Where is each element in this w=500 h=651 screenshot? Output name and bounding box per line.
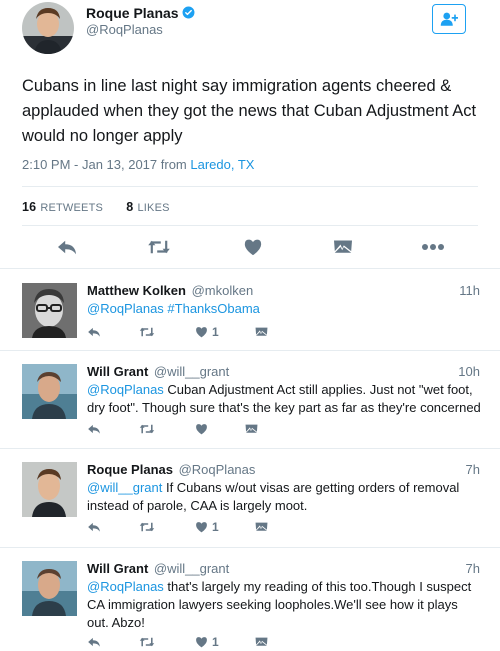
reply-icon: [88, 522, 100, 532]
reply-avatar[interactable]: [22, 561, 77, 616]
author-name[interactable]: Roque Planas: [86, 5, 195, 21]
like-button[interactable]: 1: [195, 323, 219, 341]
mention-link[interactable]: @RoqPlanas: [87, 579, 164, 594]
tweet-stats: 16 RETWEETS 8 LIKES: [22, 200, 190, 214]
like-count: 1: [212, 325, 219, 339]
reply-action-bar: 1: [87, 518, 287, 536]
tweet-timestamp: 2:10 PM - Jan 13, 2017 from Laredo, TX: [22, 157, 255, 172]
tweet-text: Cubans in line last night say immigratio…: [22, 77, 477, 145]
reply-action-bar: [87, 420, 287, 438]
reply-tweet[interactable]: Will Grant @will__grant 10h @RoqPlanas C…: [0, 364, 500, 444]
retweet-button[interactable]: [139, 323, 155, 341]
reply-tweet[interactable]: Matthew Kolken @mkolken 11h @RoqPlanas #…: [0, 283, 500, 343]
retweet-button[interactable]: [139, 633, 155, 651]
direct-message-icon: [245, 424, 258, 433]
reply-button[interactable]: [87, 420, 101, 438]
retweet-icon: [139, 327, 155, 337]
direct-message-icon: [255, 637, 268, 646]
heart-icon: [196, 637, 207, 648]
heart-icon: [196, 327, 207, 338]
verified-badge-icon: [182, 6, 195, 19]
direct-message-icon: [334, 240, 352, 253]
reply-avatar[interactable]: [22, 283, 77, 338]
more-button[interactable]: [418, 234, 448, 260]
reply-text: @will__grant If Cubans w/out visas are g…: [87, 480, 460, 513]
retweet-icon: [139, 637, 155, 647]
retweet-button[interactable]: [146, 234, 172, 260]
reply-button[interactable]: [54, 234, 80, 260]
reply-author[interactable]: Roque Planas @RoqPlanas: [87, 462, 255, 477]
reply-button[interactable]: [87, 633, 101, 651]
mention-link[interactable]: @RoqPlanas: [87, 382, 164, 397]
like-button[interactable]: [195, 420, 212, 438]
heart-icon: [244, 239, 262, 256]
divider: [22, 186, 478, 187]
direct-message-button[interactable]: [255, 323, 268, 341]
reply-author[interactable]: Matthew Kolken @mkolken: [87, 283, 253, 298]
reply-text: @RoqPlanas that's largely my reading of …: [87, 579, 472, 630]
direct-message-button[interactable]: [255, 633, 268, 651]
reply-text: @RoqPlanas #ThanksObama: [87, 300, 482, 318]
reply-icon: [88, 424, 100, 434]
reply-icon: [58, 240, 76, 255]
location-link[interactable]: Laredo, TX: [190, 157, 254, 172]
retweets-stat[interactable]: 16 RETWEETS: [22, 200, 103, 214]
heart-icon: [196, 522, 207, 533]
reply-tweet[interactable]: Will Grant @will__grant 7h @RoqPlanas th…: [0, 561, 500, 651]
tweet-action-bar: [0, 234, 500, 262]
reply-time[interactable]: 7h: [466, 561, 480, 576]
reply-button[interactable]: [87, 323, 101, 341]
reply-tweet[interactable]: Roque Planas @RoqPlanas 7h @will__grant …: [0, 462, 500, 537]
main-tweet: Roque Planas @RoqPlanas Cubans in line l…: [0, 0, 500, 270]
heart-icon: [196, 424, 207, 435]
reply-author[interactable]: Will Grant @will__grant: [87, 364, 229, 379]
author-handle[interactable]: @RoqPlanas: [86, 22, 163, 37]
divider: [22, 225, 478, 226]
direct-message-button[interactable]: [330, 234, 356, 260]
more-icon: [422, 244, 444, 250]
retweet-icon: [139, 522, 155, 532]
direct-message-icon: [255, 327, 268, 336]
likes-stat[interactable]: 8 LIKES: [126, 200, 169, 214]
like-button[interactable]: [240, 234, 266, 260]
follow-button[interactable]: [432, 4, 466, 34]
reply-icon: [88, 327, 100, 337]
divider: [0, 268, 500, 269]
divider: [0, 350, 500, 351]
retweet-icon: [139, 424, 155, 434]
reply-author[interactable]: Will Grant @will__grant: [87, 561, 229, 576]
like-count: 1: [212, 520, 219, 534]
mention-link[interactable]: @RoqPlanas: [87, 301, 164, 316]
reply-icon: [88, 637, 100, 647]
reply-button[interactable]: [87, 518, 101, 536]
reply-time[interactable]: 10h: [458, 364, 480, 379]
like-button[interactable]: 1: [195, 518, 219, 536]
like-button[interactable]: 1: [195, 633, 219, 651]
reply-avatar[interactable]: [22, 364, 77, 419]
reply-time[interactable]: 7h: [466, 462, 480, 477]
reply-avatar[interactable]: [22, 462, 77, 517]
reply-action-bar: 1: [87, 323, 287, 341]
direct-message-button[interactable]: [245, 420, 258, 438]
retweet-button[interactable]: [139, 518, 155, 536]
like-count: 1: [212, 635, 219, 649]
reply-time[interactable]: 11h: [459, 283, 480, 298]
reply-action-bar: 1: [87, 633, 287, 651]
add-user-icon: [440, 12, 458, 26]
retweet-icon: [148, 240, 170, 254]
reply-text: @RoqPlanas Cuban Adjustment Act still ap…: [87, 382, 481, 415]
direct-message-icon: [255, 522, 268, 531]
divider: [0, 448, 500, 449]
mention-link[interactable]: @will__grant: [87, 480, 162, 495]
retweet-button[interactable]: [139, 420, 155, 438]
direct-message-button[interactable]: [255, 518, 268, 536]
divider: [0, 547, 500, 548]
author-avatar[interactable]: [22, 2, 74, 54]
hashtag-link[interactable]: #ThanksObama: [167, 301, 260, 316]
